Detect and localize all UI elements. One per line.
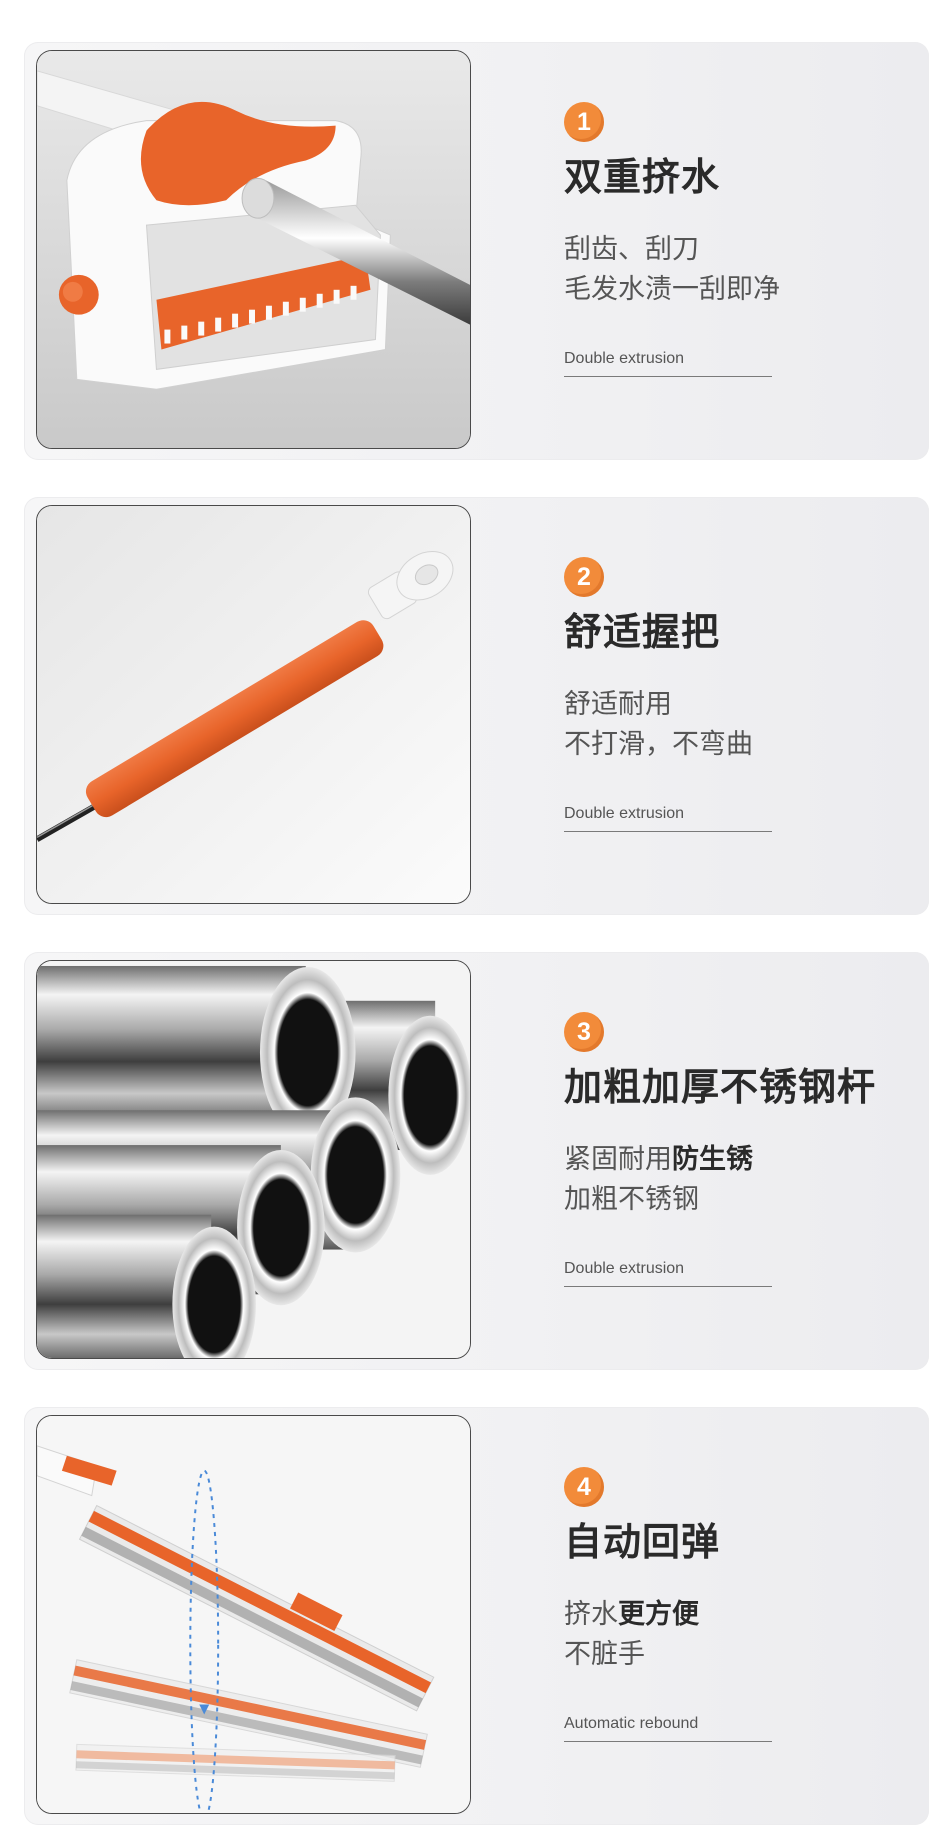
number-badge: 3: [564, 1012, 604, 1052]
feature-description: 紧固耐用防生锈 加粗不锈钢: [564, 1140, 904, 1220]
feature-info-2: 2 舒适握把 舒适耐用 不打滑，不弯曲 Double extrusion: [564, 557, 904, 832]
feature-title: 自动回弹: [564, 1520, 721, 1564]
number-badge: 1: [564, 102, 604, 142]
mop-head-rebound-image: [36, 1415, 471, 1814]
description-line-2: 毛发水渍一刮即净: [564, 274, 780, 305]
description-line-2: 不打滑，不弯曲: [564, 729, 753, 760]
description-line-2: 不脏手: [564, 1639, 645, 1670]
feature-description: 挤水更方便 不脏手: [564, 1595, 904, 1675]
feature-caption: Double extrusion: [564, 1260, 772, 1287]
feature-info-4: 4 自动回弹 挤水更方便 不脏手 Automatic rebound: [564, 1467, 904, 1742]
feature-info-3: 3 加粗加厚不锈钢杆 紧固耐用防生锈 加粗不锈钢 Double extrusio…: [564, 1012, 904, 1287]
feature-card-2: 2 舒适握把 舒适耐用 不打滑，不弯曲 Double extrusion: [24, 497, 929, 915]
feature-title: 双重挤水: [564, 155, 721, 199]
stainless-steel-tubes-image: [36, 960, 471, 1359]
description-bold-text: 防生锈: [672, 1144, 753, 1175]
description-line-1: 舒适耐用: [564, 689, 672, 720]
number-badge: 4: [564, 1467, 604, 1507]
feature-caption: Double extrusion: [564, 805, 772, 832]
feature-card-4: 4 自动回弹 挤水更方便 不脏手 Automatic rebound: [24, 1407, 929, 1825]
feature-title: 加粗加厚不锈钢杆: [564, 1065, 877, 1109]
description-normal-text: 紧固耐用: [564, 1144, 672, 1175]
description-bold-text: 更方便: [618, 1599, 699, 1630]
description-line-1: 紧固耐用防生锈: [564, 1140, 904, 1180]
feature-description: 刮齿、刮刀 毛发水渍一刮即净: [564, 230, 904, 310]
feature-card-1: 1 双重挤水 刮齿、刮刀 毛发水渍一刮即净 Double extrusion: [24, 42, 929, 460]
feature-title: 舒适握把: [564, 610, 721, 654]
description-line-1: 挤水更方便: [564, 1595, 904, 1635]
feature-caption: Automatic rebound: [564, 1715, 772, 1742]
mop-squeeze-head-image: [36, 50, 471, 449]
description-line-1: 刮齿、刮刀: [564, 234, 699, 265]
description-normal-text: 挤水: [564, 1599, 618, 1630]
feature-description: 舒适耐用 不打滑，不弯曲: [564, 685, 904, 765]
feature-caption: Double extrusion: [564, 350, 772, 377]
feature-info-1: 1 双重挤水 刮齿、刮刀 毛发水渍一刮即净 Double extrusion: [564, 102, 904, 377]
description-line-2: 加粗不锈钢: [564, 1184, 699, 1215]
feature-card-3: 3 加粗加厚不锈钢杆 紧固耐用防生锈 加粗不锈钢 Double extrusio…: [24, 952, 929, 1370]
number-badge: 2: [564, 557, 604, 597]
orange-grip-handle-image: [36, 505, 471, 904]
